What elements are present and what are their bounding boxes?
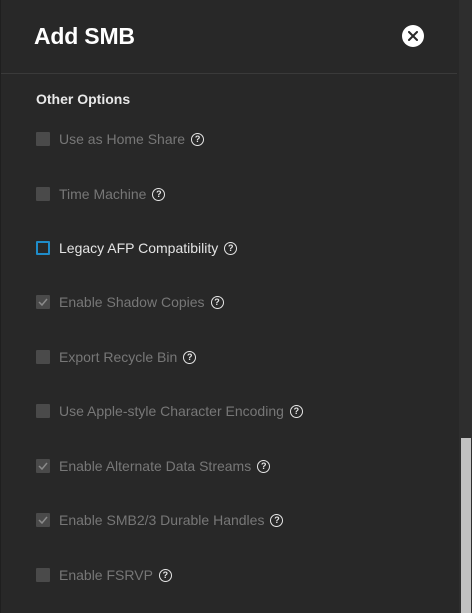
check-icon [38, 462, 48, 470]
recycle-bin-checkbox [36, 350, 50, 364]
option-label: Enable FSRVP [59, 567, 153, 583]
panel-title: Add SMB [34, 23, 135, 49]
time-machine-checkbox [36, 187, 50, 201]
panel-header: Add SMB [1, 0, 457, 74]
close-button[interactable] [402, 25, 424, 47]
help-icon[interactable]: ? [152, 187, 166, 201]
home-share-checkbox [36, 132, 50, 146]
apple-encoding-checkbox [36, 404, 50, 418]
option-apple-encoding: Use Apple-style Character Encoding ? [36, 402, 303, 420]
shadow-copies-checkbox [36, 295, 50, 309]
help-icon[interactable]: ? [224, 241, 238, 255]
help-icon[interactable]: ? [191, 132, 205, 146]
option-label: Enable SMB2/3 Durable Handles [59, 512, 265, 528]
alternate-streams-checkbox [36, 459, 50, 473]
option-label: Enable Alternate Data Streams [59, 458, 252, 474]
help-icon[interactable]: ? [210, 295, 224, 309]
option-label: Export Recycle Bin [59, 349, 178, 365]
option-fsrvp: Enable FSRVP ? [36, 566, 172, 584]
help-icon[interactable]: ? [158, 568, 172, 582]
option-durable-handles: Enable SMB2/3 Durable Handles ? [36, 511, 284, 529]
option-time-machine: Time Machine ? [36, 185, 166, 203]
option-alternate-data-streams: Enable Alternate Data Streams ? [36, 457, 271, 475]
help-icon[interactable]: ? [257, 459, 271, 473]
check-icon [38, 298, 48, 306]
help-icon[interactable]: ? [289, 404, 303, 418]
option-export-recycle-bin: Export Recycle Bin ? [36, 348, 197, 366]
option-label: Use Apple-style Character Encoding [59, 403, 284, 419]
check-icon [38, 516, 48, 524]
option-label[interactable]: Legacy AFP Compatibility [59, 240, 218, 256]
option-use-as-home-share: Use as Home Share ? [36, 130, 205, 148]
help-icon[interactable]: ? [270, 513, 284, 527]
scrollbar-thumb[interactable] [461, 438, 471, 613]
option-label: Enable Shadow Copies [59, 294, 205, 310]
help-icon[interactable]: ? [183, 350, 197, 364]
section-title: Other Options [36, 91, 131, 107]
add-smb-panel: Add SMB Other Options Use as Home Share … [0, 0, 472, 613]
fsrvp-checkbox [36, 568, 50, 582]
legacy-afp-checkbox[interactable] [36, 241, 50, 255]
option-shadow-copies: Enable Shadow Copies ? [36, 293, 224, 311]
option-label: Use as Home Share [59, 131, 186, 147]
close-icon [408, 31, 418, 41]
option-legacy-afp: Legacy AFP Compatibility ? [36, 239, 238, 257]
durable-handles-checkbox [36, 513, 50, 527]
option-label: Time Machine [59, 186, 147, 202]
